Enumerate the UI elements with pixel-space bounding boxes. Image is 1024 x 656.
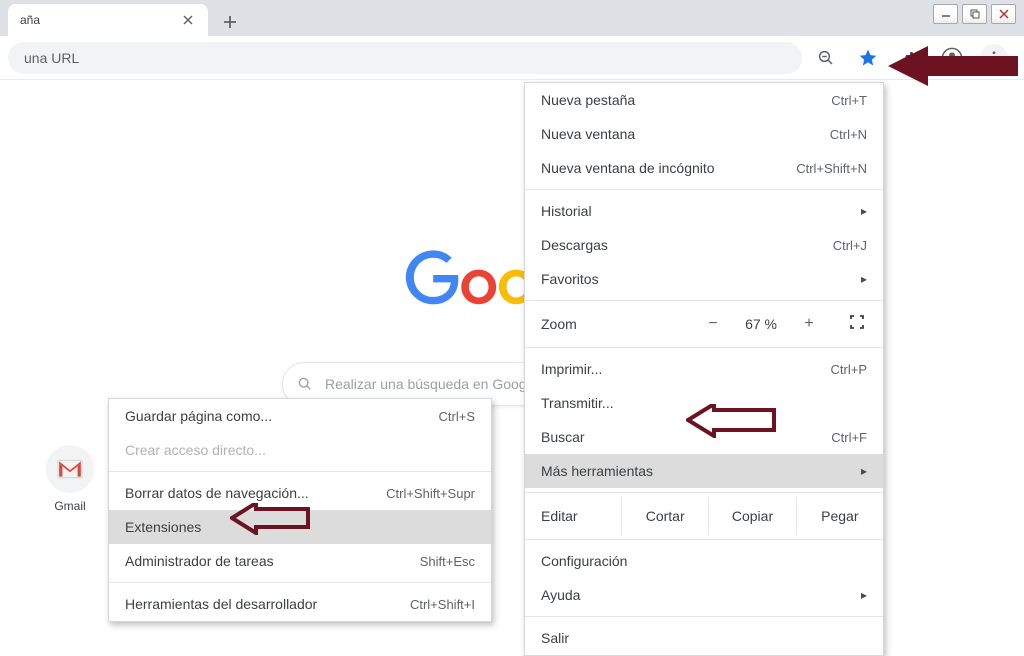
menu-separator [525,616,883,617]
menu-separator [109,582,491,583]
address-placeholder: una URL [24,50,79,66]
edit-paste[interactable]: Pegar [796,497,883,535]
tab-title: aña [20,13,172,27]
menu-separator [525,300,883,301]
tab-strip: aña [0,0,1024,36]
menu-more-tools[interactable]: Más herramientas [525,454,883,488]
callout-arrow-extensions [230,503,310,535]
submenu-save-as[interactable]: Guardar página como... Ctrl+S [109,399,491,433]
close-tab-icon[interactable] [180,12,196,28]
shortcut-label: Gmail [38,499,102,513]
edit-copy[interactable]: Copiar [708,497,795,535]
menu-bookmarks[interactable]: Favoritos [525,262,883,296]
menu-zoom: Zoom − 67 % + [525,305,883,343]
close-window-button[interactable] [991,4,1016,24]
window-controls [929,4,1016,24]
submenu-devtools[interactable]: Herramientas del desarrollador Ctrl+Shif… [109,587,491,621]
menu-separator [525,539,883,540]
menu-edit: Editar Cortar Copiar Pegar [525,497,883,535]
menu-separator [525,347,883,348]
zoom-value: 67 % [745,316,777,332]
fullscreen-icon[interactable] [841,314,873,335]
menu-exit[interactable]: Salir [525,621,883,655]
submenu-create-shortcut[interactable]: Crear acceso directo... [109,433,491,467]
menu-separator [109,471,491,472]
menu-history[interactable]: Historial [525,194,883,228]
gmail-icon [46,445,94,493]
menu-separator [525,189,883,190]
edit-cut[interactable]: Cortar [621,497,708,535]
minimize-button[interactable] [933,4,958,24]
menu-settings[interactable]: Configuración [525,544,883,578]
new-tab-button[interactable] [216,8,244,36]
bookmark-star-icon[interactable] [854,44,882,72]
address-input[interactable]: una URL [8,42,802,74]
menu-downloads[interactable]: Descargas Ctrl+J [525,228,883,262]
active-tab[interactable]: aña [8,4,208,36]
chrome-main-menu: Nueva pestaña Ctrl+T Nueva ventana Ctrl+… [524,82,884,656]
submenu-task-manager[interactable]: Administrador de tareas Shift+Esc [109,544,491,578]
menu-new-window[interactable]: Nueva ventana Ctrl+N [525,117,883,151]
menu-new-tab[interactable]: Nueva pestaña Ctrl+T [525,83,883,117]
zoom-icon[interactable] [812,44,840,72]
ntp-shortcut-gmail[interactable]: Gmail [38,445,102,513]
zoom-out-button[interactable]: − [697,315,729,333]
address-bar: una URL [0,36,1024,80]
search-icon [297,376,313,392]
callout-arrow-kebab [888,46,1018,96]
zoom-in-button[interactable]: + [793,315,825,333]
maximize-button[interactable] [962,4,987,24]
menu-help[interactable]: Ayuda [525,578,883,612]
menu-print[interactable]: Imprimir... Ctrl+P [525,352,883,386]
callout-arrow-more-tools [686,404,776,438]
menu-incognito[interactable]: Nueva ventana de incógnito Ctrl+Shift+N [525,151,883,185]
menu-separator [525,492,883,493]
